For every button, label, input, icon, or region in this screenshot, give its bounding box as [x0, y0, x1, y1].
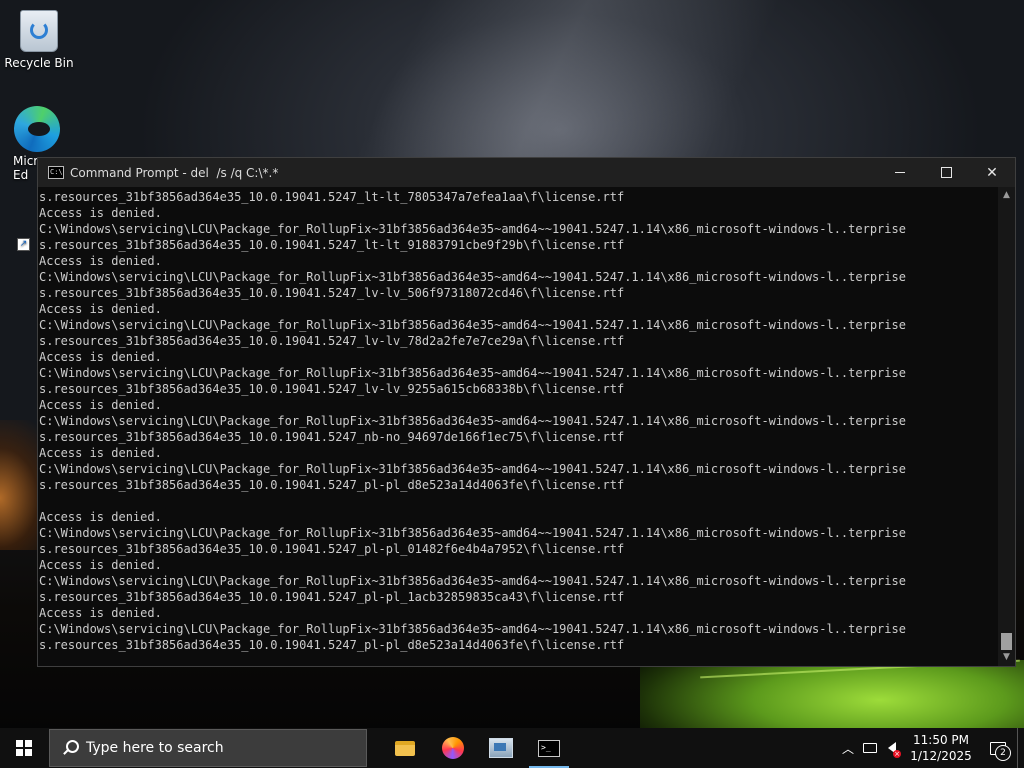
console-line: C:\Windows\servicing\LCU\Package_for_Rol… [39, 526, 906, 540]
volume-button[interactable]: × [881, 728, 903, 768]
close-icon: ✕ [986, 164, 998, 181]
console-line: Access is denied. [39, 302, 162, 316]
maximize-button[interactable] [923, 158, 969, 187]
start-button[interactable] [0, 728, 48, 768]
firefox-icon [442, 737, 464, 759]
clock-time: 11:50 PM [913, 733, 969, 747]
console-line: s.resources_31bf3856ad364e35_10.0.19041.… [39, 238, 625, 252]
muted-badge-icon: × [893, 750, 901, 758]
control-panel-icon [489, 738, 513, 758]
maximize-icon [940, 167, 952, 178]
notification-count: 2 [995, 745, 1011, 761]
file-explorer-icon [395, 740, 415, 756]
search-icon [62, 740, 79, 756]
console-line: Access is denied. [39, 398, 162, 412]
console-line: s.resources_31bf3856ad364e35_10.0.19041.… [39, 286, 625, 300]
taskbar-clock[interactable]: 11:50 PM 1/12/2025 [903, 732, 979, 764]
console-line: Access is denied. [39, 206, 162, 220]
console-line: s.resources_31bf3856ad364e35_10.0.19041.… [39, 334, 625, 348]
console-line: s.resources_31bf3856ad364e35_10.0.19041.… [39, 190, 625, 204]
scroll-up-icon[interactable]: ▲ [998, 187, 1015, 204]
network-button[interactable] [859, 728, 881, 768]
console-line: C:\Windows\servicing\LCU\Package_for_Rol… [39, 270, 906, 284]
taskbar-control-panel[interactable] [477, 728, 525, 768]
console-line: C:\Windows\servicing\LCU\Package_for_Rol… [39, 318, 906, 332]
console-line: s.resources_31bf3856ad364e35_10.0.19041.… [39, 542, 625, 556]
command-prompt-window[interactable]: C:\ Command Prompt - del /s /q C:\*.* ✕ … [37, 157, 1016, 667]
console-line: s.resources_31bf3856ad364e35_10.0.19041.… [39, 590, 625, 604]
desktop-icon-label: Micro Ed [13, 154, 46, 182]
console-line: Access is denied. [39, 510, 162, 524]
recycle-bin-icon [20, 10, 58, 52]
console-line: C:\Windows\servicing\LCU\Package_for_Rol… [39, 222, 906, 236]
desktop-icon-recycle-bin[interactable]: Recycle Bin [1, 2, 77, 70]
edge-icon [14, 106, 60, 152]
taskbar-search-box[interactable]: Type here to search [49, 729, 367, 767]
show-desktop-button[interactable] [1017, 728, 1024, 768]
taskbar-firefox[interactable] [429, 728, 477, 768]
vertical-scrollbar[interactable]: ▲ ▼ [998, 187, 1015, 666]
action-center-button[interactable]: 2 [979, 728, 1017, 768]
close-button[interactable]: ✕ [969, 158, 1015, 187]
windows-logo-icon [16, 740, 32, 756]
console-line: Access is denied. [39, 446, 162, 460]
console-line: C:\Windows\servicing\LCU\Package_for_Rol… [39, 622, 906, 636]
show-hidden-icons-button[interactable]: ︿ [837, 728, 859, 768]
taskbar: Type here to search >_ ︿ × 11:50 PM 1/12… [0, 728, 1024, 768]
chevron-up-icon: ︿ [841, 741, 854, 756]
clock-date: 1/12/2025 [910, 749, 972, 763]
desktop-icon-label: Recycle Bin [4, 56, 74, 70]
minimize-icon [895, 172, 905, 173]
console-line: s.resources_31bf3856ad364e35_10.0.19041.… [39, 430, 625, 444]
console-line: Access is denied. [39, 558, 162, 572]
taskbar-command-prompt[interactable]: >_ [525, 728, 573, 768]
console-line: Access is denied. [39, 606, 162, 620]
console-line: Access is denied. [39, 254, 162, 268]
minimize-button[interactable] [877, 158, 923, 187]
console-line: s.resources_31bf3856ad364e35_10.0.19041.… [39, 382, 625, 396]
taskbar-file-explorer[interactable] [381, 728, 429, 768]
network-icon [863, 743, 877, 753]
scroll-down-icon[interactable]: ▼ [998, 649, 1015, 666]
console-line: s.resources_31bf3856ad364e35_10.0.19041.… [39, 478, 625, 492]
console-line: Access is denied. [39, 350, 162, 364]
window-title: Command Prompt - del /s /q C:\*.* [70, 165, 279, 180]
command-prompt-icon: >_ [538, 739, 560, 757]
console-output[interactable]: s.resources_31bf3856ad364e35_10.0.19041.… [39, 187, 999, 667]
desktop-icon-edge[interactable]: ↗ Micro Ed [1, 100, 60, 251]
system-tray: ︿ × 11:50 PM 1/12/2025 2 [837, 728, 1024, 768]
console-line: C:\Windows\servicing\LCU\Package_for_Rol… [39, 414, 906, 428]
console-line: s.resources_31bf3856ad364e35_10.0.19041.… [39, 638, 625, 652]
scrollbar-thumb[interactable] [1001, 633, 1012, 650]
command-prompt-icon: C:\ [48, 166, 64, 179]
shortcut-arrow-icon: ↗ [17, 238, 30, 251]
console-line: C:\Windows\servicing\LCU\Package_for_Rol… [39, 574, 906, 588]
title-bar[interactable]: C:\ Command Prompt - del /s /q C:\*.* ✕ [38, 158, 1015, 187]
console-line: C:\Windows\servicing\LCU\Package_for_Rol… [39, 366, 906, 380]
console-line: C:\Windows\servicing\LCU\Package_for_Rol… [39, 462, 906, 476]
search-placeholder: Type here to search [86, 740, 224, 756]
